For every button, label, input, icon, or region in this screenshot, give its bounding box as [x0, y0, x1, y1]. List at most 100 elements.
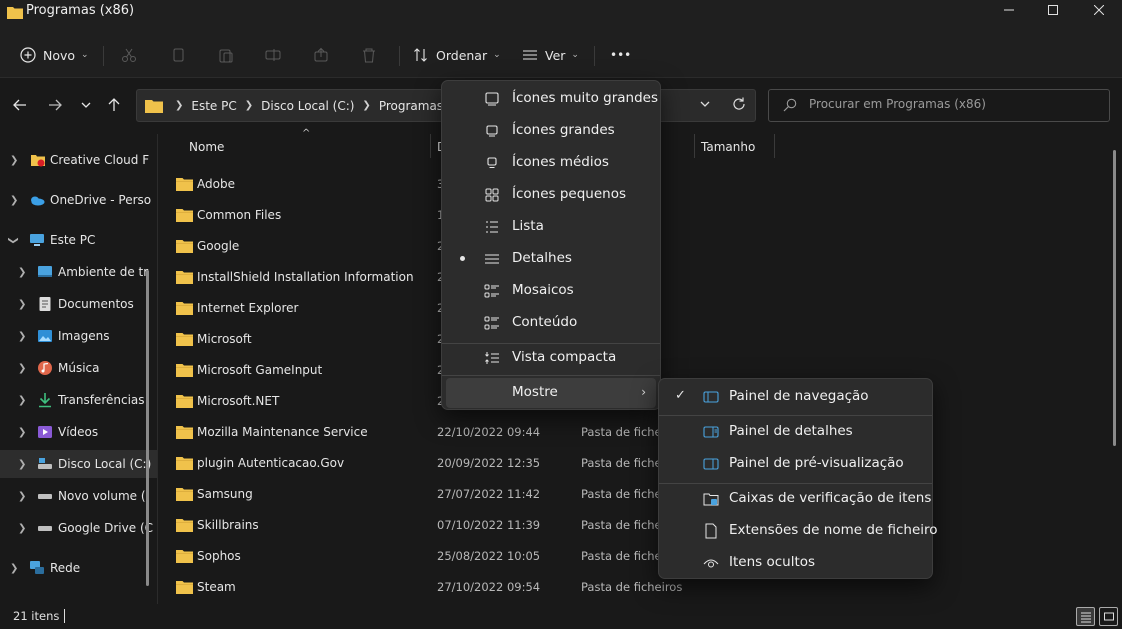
file-date: 27/10/2022 09:54	[437, 580, 541, 594]
folder-icon	[176, 178, 193, 191]
up-button[interactable]	[104, 95, 124, 115]
menu-item-small-icons[interactable]: Ícones pequenos	[446, 180, 656, 210]
copy-button[interactable]	[170, 40, 186, 70]
computer-icon	[30, 234, 44, 246]
menu-item-content[interactable]: Conteúdo	[446, 308, 656, 338]
medium-icons-icon	[487, 157, 497, 168]
file-type: Pasta de ficheiros	[581, 580, 683, 594]
minimize-button[interactable]	[986, 0, 1032, 20]
column-header-name[interactable]: Nome	[189, 140, 224, 154]
menu-item-preview-pane[interactable]: Painel de pré-visualização	[663, 449, 928, 479]
menu-item-file-extensions[interactable]: Extensões de nome de ficheiro	[663, 516, 938, 546]
checkmark-icon: ✓	[675, 388, 686, 403]
table-row[interactable]: Steam 27/10/2022 09:54 Pasta de ficheiros	[158, 572, 698, 603]
sidebar-item-pictures[interactable]: ❯ Imagens	[0, 322, 157, 350]
menu-item-large-icons[interactable]: Ícones grandes	[446, 116, 656, 146]
menu-item-list[interactable]: Lista	[446, 212, 656, 242]
network-icon	[30, 561, 44, 574]
sidebar-item-disco-local[interactable]: ❯ Disco Local (C:)	[0, 450, 157, 478]
menu-item-label: Mosaicos	[512, 282, 574, 298]
folder-icon	[176, 581, 193, 594]
table-row[interactable]: Skillbrains 07/10/2022 11:39 Pasta de fich…	[158, 510, 698, 541]
sidebar-item-desktop[interactable]: ❯ Ambiente de tr	[0, 258, 157, 286]
menu-item-extra-large-icons[interactable]: Ícones muito grandes	[446, 84, 658, 114]
downloads-icon	[39, 393, 51, 408]
menu-item-medium-icons[interactable]: Ícones médios	[446, 148, 656, 178]
menu-item-details-pane[interactable]: Painel de detalhes	[663, 417, 928, 447]
large-icons-icon	[1103, 612, 1114, 620]
list-icon	[486, 221, 498, 233]
search-box[interactable]	[768, 89, 1110, 122]
file-name: Microsoft GameInput	[197, 363, 323, 377]
chevron-right-icon: ❯	[18, 362, 27, 374]
sidebar-item-novo-volume[interactable]: ❯ Novo volume (	[0, 482, 157, 510]
sidebar-item-rede[interactable]: ❯ Rede	[0, 554, 157, 582]
new-button[interactable]: Novo ⌄	[20, 40, 89, 70]
menu-item-show[interactable]: Mostre ›	[446, 378, 656, 408]
table-row[interactable]: Mozilla Maintenance Service 22/10/2022 09…	[158, 417, 698, 448]
search-input[interactable]	[809, 97, 1099, 111]
sidebar-item-este-pc[interactable]: ❯ Este PC	[0, 226, 157, 254]
file-date: 20/09/2022 12:35	[437, 456, 541, 470]
paste-button[interactable]	[218, 40, 234, 70]
paste-icon	[219, 49, 233, 63]
folder-icon	[176, 240, 193, 253]
breadcrumb-disco-local[interactable]: Disco Local (C:)	[261, 99, 354, 113]
chevron-right-icon: ❯	[18, 522, 27, 534]
large-icons-view-toggle[interactable]	[1099, 607, 1118, 626]
sort-button[interactable]: Ordenar ⌄	[413, 40, 501, 70]
menu-item-label: Mostre	[512, 384, 558, 400]
address-history-dropdown[interactable]	[699, 98, 711, 113]
file-name: InstallShield Installation Information	[197, 270, 414, 284]
chevron-right-icon: ❯	[175, 100, 184, 111]
back-button[interactable]	[10, 95, 30, 115]
details-view-toggle[interactable]	[1076, 607, 1095, 626]
sidebar-item-onedrive[interactable]: ❯ OneDrive - Perso	[0, 186, 157, 214]
scissors-icon	[122, 48, 136, 62]
menu-item-item-checkboxes[interactable]: Caixas de verificação de itens	[663, 484, 932, 514]
column-divider[interactable]	[694, 134, 695, 158]
sidebar-scrollbar[interactable]	[146, 270, 149, 586]
more-options-button[interactable]: •••	[610, 40, 631, 70]
sidebar-item-creative-cloud[interactable]: ❯ Creative Cloud F	[0, 146, 157, 174]
close-button[interactable]	[1076, 0, 1122, 20]
menu-item-label: Caixas de verificação de itens	[729, 490, 932, 506]
title-bar: Programas (x86)	[0, 0, 1122, 32]
menu-item-hidden-items[interactable]: Itens ocultos	[663, 548, 928, 578]
menu-item-navigation-pane[interactable]: ✓ Painel de navegação	[663, 382, 928, 412]
details-pane-icon	[703, 426, 719, 438]
forward-button[interactable]	[45, 95, 65, 115]
rename-button[interactable]	[265, 40, 281, 70]
sidebar-item-music[interactable]: ❯ Música	[0, 354, 157, 382]
column-divider[interactable]	[430, 134, 431, 158]
maximize-button[interactable]	[1030, 0, 1076, 20]
sidebar-item-downloads[interactable]: ❯ Transferências	[0, 386, 157, 414]
arrow-left-icon	[13, 99, 26, 111]
recent-locations-button[interactable]	[76, 95, 96, 115]
onedrive-icon	[31, 196, 45, 206]
sidebar-item-google-drive[interactable]: ❯ Google Drive (C	[0, 514, 157, 542]
sidebar-item-label: Música	[58, 361, 100, 375]
menu-item-details[interactable]: Detalhes	[446, 244, 656, 274]
view-button[interactable]: Ver ⌄	[522, 40, 579, 70]
delete-button[interactable]	[361, 40, 377, 70]
folder-icon	[176, 426, 193, 439]
table-row[interactable]: Sophos 25/08/2022 10:05 Pasta de fichei	[158, 541, 698, 572]
table-row[interactable]: Samsung 27/07/2022 11:42 Pasta de fichei	[158, 479, 698, 510]
refresh-button[interactable]	[731, 96, 747, 115]
cut-button[interactable]	[121, 40, 137, 70]
file-type: Pasta de fichei	[581, 549, 665, 563]
chevron-down-icon: ⌄	[81, 50, 89, 60]
table-row[interactable]: plugin Autenticacao.Gov 20/09/2022 12:35 P…	[158, 448, 698, 479]
extra-large-icons-icon	[485, 92, 499, 106]
breadcrumb-este-pc[interactable]: Este PC	[191, 99, 236, 113]
share-button[interactable]	[313, 40, 329, 70]
sidebar-item-documents[interactable]: ❯ Documentos	[0, 290, 157, 318]
content-scrollbar[interactable]	[1113, 150, 1116, 446]
file-name: Steam	[197, 580, 236, 594]
menu-item-tiles[interactable]: Mosaicos	[446, 276, 656, 306]
column-header-size[interactable]: Tamanho	[701, 140, 755, 154]
column-divider[interactable]	[774, 134, 775, 158]
sidebar-item-videos[interactable]: ❯ Vídeos	[0, 418, 157, 446]
menu-item-compact-view[interactable]: Vista compacta	[446, 343, 656, 373]
